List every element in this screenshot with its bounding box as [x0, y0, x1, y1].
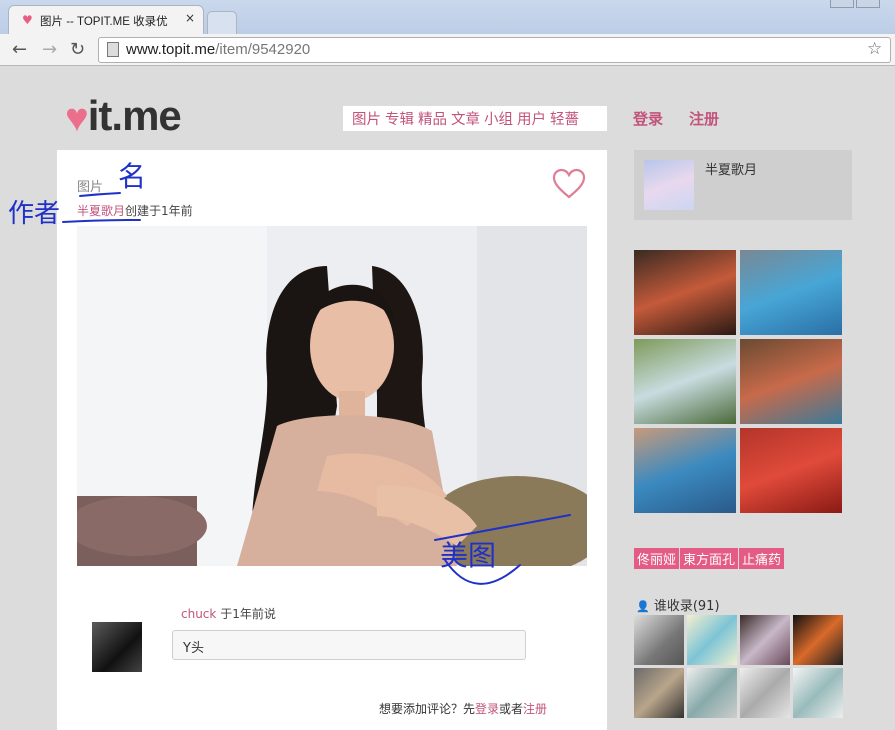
tag[interactable]: 佟丽娅	[634, 548, 680, 569]
collector-avatar[interactable]	[740, 668, 790, 718]
nav-item-articles[interactable]: 文章	[451, 112, 480, 128]
maximize-button[interactable]	[856, 0, 880, 8]
breadcrumb[interactable]: 图片	[77, 176, 103, 195]
item-card: 图片 半夏歌月创建于1年前 chuck 于1年前说 Y头 想要添加评论？先登录或…	[57, 150, 607, 730]
uploader-box: 半夏歌月	[634, 150, 852, 220]
uploader-avatar[interactable]	[644, 160, 694, 210]
nav-item-groups[interactable]: 小组	[484, 112, 513, 128]
page-content: ♥it.me 图片 专辑 精品 文章 小组 用户 轻薔 登录 注册 图片 半夏歌月创建于1年…	[0, 66, 895, 730]
collector-avatar[interactable]	[634, 668, 684, 718]
main-nav: 图片 专辑 精品 文章 小组 用户 轻薔	[343, 106, 607, 131]
reload-icon[interactable]: ↻	[70, 39, 85, 60]
created-time: 创建于1年前	[125, 204, 193, 218]
bookmark-star-icon[interactable]: ☆	[867, 39, 882, 59]
gallery-image[interactable]	[740, 250, 842, 335]
nav-item-users[interactable]: 用户	[517, 112, 546, 128]
heart-favicon-icon: ♥	[22, 13, 33, 27]
collector-avatar[interactable]	[687, 615, 737, 665]
gallery-image[interactable]	[740, 428, 842, 513]
comment-login-link[interactable]: 登录	[475, 702, 499, 716]
tab-close-icon[interactable]: ×	[185, 11, 195, 25]
site-logo[interactable]: ♥it.me	[65, 92, 182, 140]
heart-logo-icon: ♥	[65, 96, 89, 140]
author-line: 半夏歌月创建于1年前	[77, 202, 193, 219]
browser-tab-strip: ♥ 图片 -- TOPIT.ME 收录优 ×	[0, 0, 895, 34]
tab-title: 图片 -- TOPIT.ME 收录优	[40, 16, 168, 28]
nav-item-light[interactable]: 轻薔	[550, 112, 579, 128]
forward-icon[interactable]: →	[42, 39, 57, 60]
add-comment-prompt: 想要添加评论？先登录或者注册	[379, 702, 548, 716]
new-tab-button[interactable]	[207, 11, 237, 34]
nav-item-featured[interactable]: 精品	[418, 112, 447, 128]
collector-avatar[interactable]	[793, 668, 843, 718]
comment-header: chuck 于1年前说	[181, 607, 276, 621]
tag[interactable]: 止痛药	[739, 548, 785, 569]
like-heart-icon[interactable]	[552, 168, 586, 200]
collector-avatar[interactable]	[634, 615, 684, 665]
collector-avatar[interactable]	[687, 668, 737, 718]
author-link[interactable]: 半夏歌月	[77, 204, 125, 218]
back-icon[interactable]: ←	[12, 39, 27, 60]
nav-item-albums[interactable]: 专辑	[385, 112, 414, 128]
gallery-image[interactable]	[634, 250, 736, 335]
register-link[interactable]: 注册	[689, 108, 719, 129]
person-icon: 👤	[636, 600, 650, 613]
tag-list: 佟丽娅 東方面孔 止痛药	[634, 548, 785, 569]
comment-register-link[interactable]: 注册	[523, 702, 547, 716]
login-link[interactable]: 登录	[633, 108, 663, 129]
browser-toolbar: ← → ↻ www.topit.me/item/9542920 ☆	[0, 34, 895, 66]
page-icon	[107, 42, 119, 57]
commenter-avatar[interactable]	[92, 622, 142, 672]
browser-tab[interactable]: ♥ 图片 -- TOPIT.ME 收录优 ×	[8, 5, 204, 34]
tag[interactable]: 東方面孔	[680, 548, 739, 569]
comment-user-link[interactable]: chuck	[181, 607, 216, 621]
collector-avatar[interactable]	[793, 615, 843, 665]
gallery-image[interactable]	[634, 428, 736, 513]
comment-bubble: Y头	[172, 630, 526, 660]
url-text: www.topit.me/item/9542920	[126, 41, 311, 58]
collectors-heading: 👤 谁收录(91)	[636, 599, 720, 614]
nav-item-pictures[interactable]: 图片	[352, 112, 381, 128]
gallery-image[interactable]	[634, 339, 736, 424]
main-photo[interactable]	[77, 226, 587, 566]
minimize-button[interactable]	[830, 0, 854, 8]
gallery-image[interactable]	[740, 339, 842, 424]
address-bar[interactable]: www.topit.me/item/9542920 ☆	[98, 37, 891, 63]
collector-avatar[interactable]	[740, 615, 790, 665]
uploader-name[interactable]: 半夏歌月	[705, 159, 757, 178]
